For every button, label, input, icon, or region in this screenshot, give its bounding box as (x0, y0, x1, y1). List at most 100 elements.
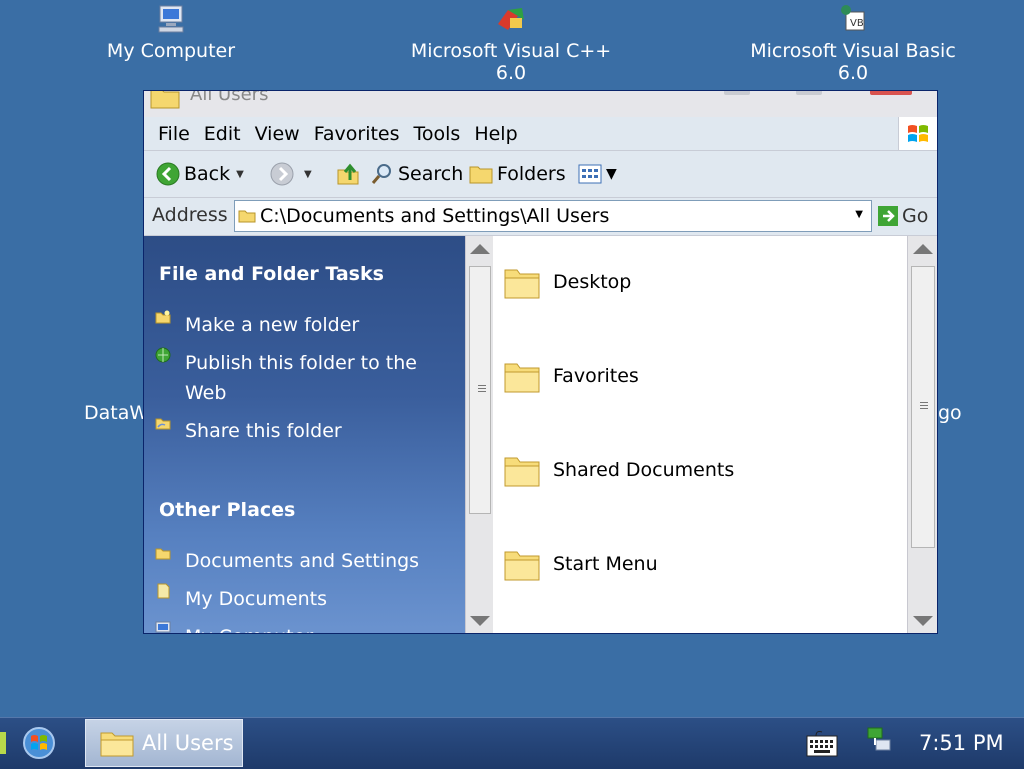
scroll-up-arrow[interactable] (913, 244, 933, 254)
file-list: Desktop Favorites Shared Documents Start… (493, 236, 907, 633)
list-item-shared-documents[interactable]: Shared Documents (503, 452, 734, 488)
minimize-button[interactable] (724, 91, 750, 95)
file-name: Favorites (553, 365, 639, 387)
taskbar-clock[interactable]: 7:51 PM (919, 731, 1004, 755)
views-icon (578, 164, 602, 184)
windows-flag-icon (908, 124, 928, 142)
desktop-icon-visual-cpp[interactable]: Microsoft Visual C++ 6.0 (398, 2, 624, 84)
network-icon[interactable] (862, 724, 894, 758)
share-folder-link[interactable]: Share this folder (185, 416, 445, 446)
file-name: Start Menu (553, 553, 658, 575)
publish-folder-link[interactable]: Publish this folder to the Web (185, 348, 445, 408)
close-button[interactable] (870, 91, 912, 95)
scrollbar-thumb[interactable] (911, 266, 935, 548)
up-button[interactable] (336, 151, 364, 197)
desktop-icon-my-computer[interactable]: My Computer (105, 2, 237, 62)
forward-button[interactable]: ▼ (270, 151, 312, 197)
desktop-icon-label: Microsoft Visual C++ 6.0 (410, 40, 612, 84)
standard-toolbar: Back ▼ ▼ Search Folders ▼ (144, 151, 937, 198)
folder-up-icon (337, 163, 359, 185)
search-label: Search (398, 163, 464, 185)
address-value: C:\Documents and Settings\All Users (260, 205, 610, 227)
scroll-up-arrow[interactable] (470, 244, 490, 254)
chevron-down-icon[interactable]: ▼ (236, 169, 244, 180)
my-computer-icon (158, 5, 184, 33)
folder-icon (150, 91, 180, 109)
search-button[interactable]: Search (370, 151, 463, 197)
folder-icon (504, 269, 540, 299)
folders-icon (469, 166, 493, 184)
menu-help[interactable]: Help (467, 117, 524, 151)
search-icon (371, 164, 391, 184)
scroll-down-arrow[interactable] (470, 616, 490, 626)
desktop-icon-visual-basic[interactable]: VB Microsoft Visual Basic 6.0 (738, 2, 968, 84)
menu-view[interactable]: View (248, 117, 307, 151)
back-label: Back (184, 163, 231, 185)
taskbar-button-all-users[interactable]: All Users (85, 719, 243, 767)
menu-tools[interactable]: Tools (407, 117, 468, 151)
file-list-scrollbar[interactable] (907, 236, 937, 633)
svg-text:VB: VB (850, 18, 864, 29)
share-folder-icon (155, 418, 171, 430)
menu-file[interactable]: File (151, 117, 197, 151)
quick-launch-icon[interactable] (0, 732, 8, 754)
menu-edit[interactable]: Edit (197, 117, 248, 151)
list-item-start-menu[interactable]: Start Menu (503, 546, 658, 582)
go-arrow-icon (878, 206, 898, 226)
folder-icon (504, 551, 540, 581)
folder-icon (155, 548, 171, 560)
back-arrow-icon (156, 162, 180, 186)
make-new-folder-link[interactable]: Make a new folder (185, 310, 445, 340)
windows-logo (898, 117, 937, 150)
address-label: Address (152, 204, 228, 226)
my-documents-link[interactable]: My Documents (185, 584, 445, 614)
desktop-icon-label: Microsoft Visual Basic 6.0 (750, 40, 956, 84)
back-button[interactable]: Back ▼ (156, 151, 244, 197)
explorer-window: All Users File Edit View Favorites Tools Help… (143, 90, 938, 634)
folders-button[interactable]: Folders (469, 151, 566, 197)
menu-favorites[interactable]: Favorites (307, 117, 407, 151)
desktop-icon-label-partial[interactable]: DataW (84, 402, 148, 424)
start-button-icon[interactable] (22, 726, 56, 760)
go-button[interactable]: Go (878, 200, 928, 232)
my-documents-icon (157, 583, 170, 599)
visual-basic-icon: VB (841, 5, 865, 31)
folder-icon (238, 210, 256, 223)
file-folder-tasks-heading[interactable]: File and Folder Tasks (159, 263, 384, 285)
scroll-down-arrow[interactable] (913, 616, 933, 626)
desktop-icon-label: My Computer (106, 40, 236, 62)
window-title: All Users (190, 91, 269, 105)
desktop-icon-label-partial[interactable]: go (938, 402, 962, 424)
taskbar-button-label: All Users (142, 731, 234, 755)
documents-and-settings-link[interactable]: Documents and Settings (185, 546, 445, 576)
menu-bar: File Edit View Favorites Tools Help (144, 117, 937, 151)
file-name: Desktop (553, 271, 632, 293)
list-item-desktop[interactable]: Desktop (503, 264, 631, 300)
chevron-down-icon[interactable]: ▼ (855, 209, 863, 220)
folders-label: Folders (497, 163, 566, 185)
taskbar: All Users (0, 717, 1024, 769)
go-label: Go (902, 205, 929, 227)
title-bar[interactable]: All Users (144, 91, 937, 117)
scrollbar-thumb[interactable] (469, 266, 491, 514)
address-input[interactable]: C:\Documents and Settings\All Users ▼ (234, 200, 872, 232)
folder-icon (504, 363, 540, 393)
chevron-down-icon[interactable]: ▼ (304, 169, 312, 180)
other-places-heading[interactable]: Other Places (159, 499, 295, 521)
address-bar: Address C:\Documents and Settings\All Us… (144, 198, 937, 236)
folder-icon (100, 732, 134, 757)
publish-web-icon (155, 347, 171, 363)
my-computer-icon (155, 621, 171, 633)
forward-arrow-icon (270, 162, 294, 186)
keyboard-icon[interactable] (806, 728, 838, 758)
visual-cpp-icon (498, 8, 524, 30)
task-pane-scrollbar[interactable] (465, 236, 493, 633)
maximize-button[interactable] (796, 91, 822, 95)
new-folder-icon (155, 310, 171, 324)
list-item-favorites[interactable]: Favorites (503, 358, 639, 394)
folder-icon (504, 457, 540, 487)
my-computer-link[interactable]: My Computer (185, 622, 445, 633)
file-name: Shared Documents (553, 459, 735, 481)
chevron-down-icon[interactable]: ▼ (606, 166, 617, 182)
views-button[interactable]: ▼ (578, 151, 617, 197)
